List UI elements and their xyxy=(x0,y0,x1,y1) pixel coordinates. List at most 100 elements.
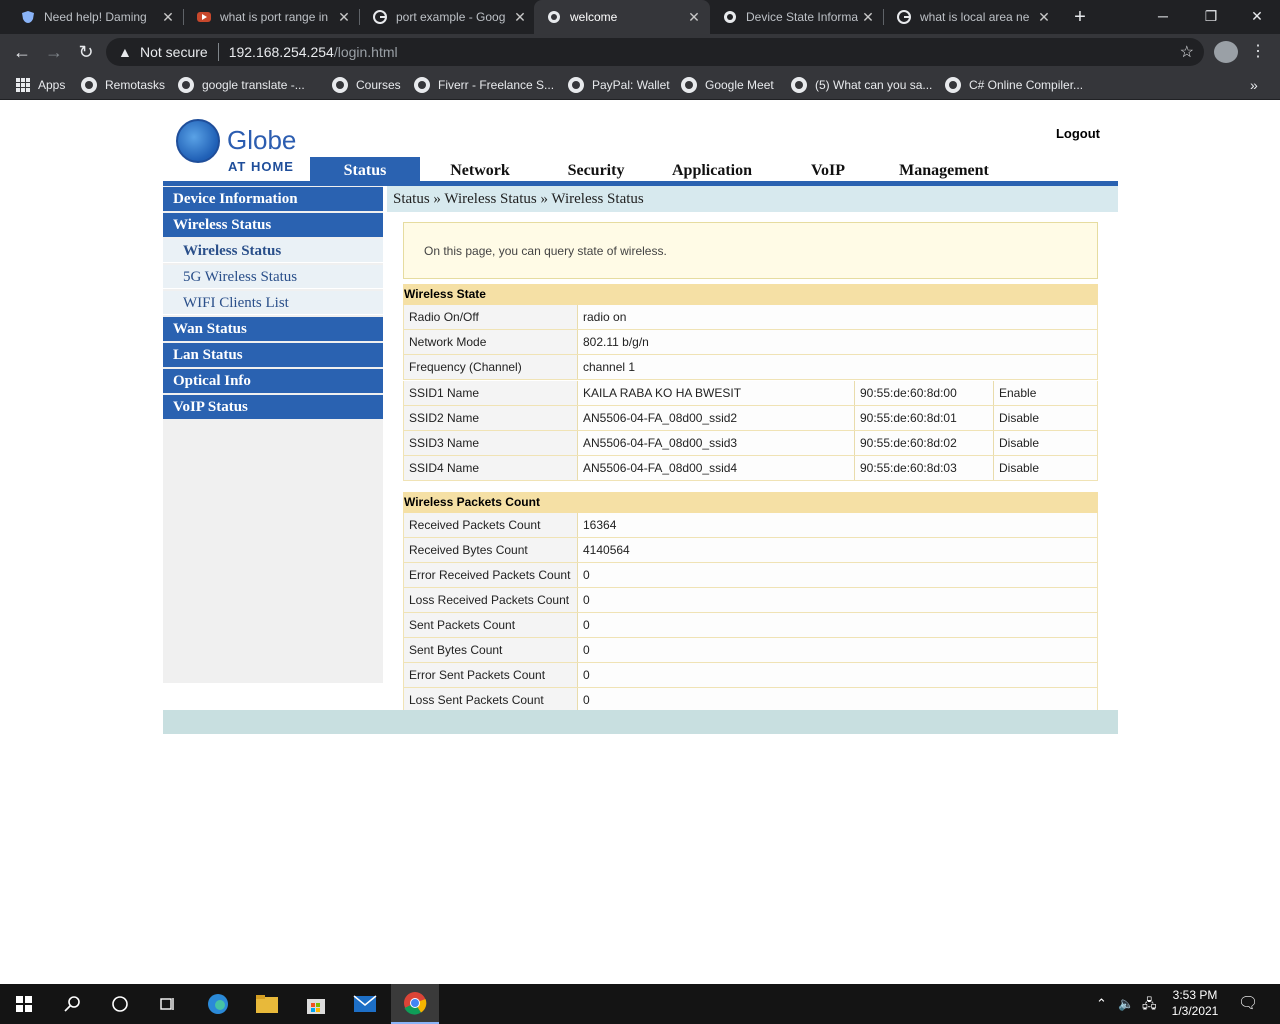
bookmark-item[interactable]: PayPal: Wallet xyxy=(568,70,670,100)
row-label: Loss Sent Packets Count xyxy=(404,688,578,710)
speaker-icon[interactable]: 🔈 xyxy=(1118,984,1134,1024)
row-value: 0 xyxy=(583,693,590,707)
close-icon[interactable]: ✕ xyxy=(858,9,878,26)
bookmark-label: google translate -... xyxy=(202,78,305,92)
nav-network[interactable]: Network xyxy=(430,157,530,181)
bookmark-item[interactable]: google translate -... xyxy=(178,70,305,100)
close-icon[interactable]: ✕ xyxy=(1034,9,1054,26)
profile-avatar[interactable] xyxy=(1214,41,1238,63)
ssid-name: AN5506-04-FA_08d00_ssid4 xyxy=(583,461,738,475)
close-icon[interactable]: ✕ xyxy=(510,9,530,26)
minimize-button[interactable]: ─ xyxy=(1140,0,1186,34)
sidebar-item-wireless-status[interactable]: Wireless Status xyxy=(163,213,383,237)
sidebar-item-lan-status[interactable]: Lan Status xyxy=(163,343,383,367)
sidebar-subitem-wireless-status[interactable]: Wireless Status xyxy=(163,239,383,263)
close-icon[interactable]: ✕ xyxy=(684,9,704,26)
new-tab-button[interactable]: + xyxy=(1068,5,1092,29)
globe-icon xyxy=(945,77,961,93)
back-button[interactable]: ← xyxy=(10,40,34,64)
mail-icon[interactable] xyxy=(341,984,389,1024)
shield-icon xyxy=(20,9,36,25)
bookmark-star-icon[interactable]: ☆ xyxy=(1180,42,1194,62)
close-icon[interactable]: ✕ xyxy=(158,9,178,26)
globe-icon xyxy=(791,77,807,93)
bookmark-item[interactable]: C# Online Compiler... xyxy=(945,70,1083,100)
main-nav: Status Network Security Application VoIP… xyxy=(310,157,1118,181)
sidebar-subitem-wifi-clients-list[interactable]: WIFI Clients List xyxy=(163,291,383,315)
ssid-status: Enable xyxy=(993,381,1098,405)
nav-security[interactable]: Security xyxy=(546,157,646,181)
nav-voip[interactable]: VoIP xyxy=(788,157,868,181)
browser-tab[interactable]: port example - Goog ✕ xyxy=(360,0,536,34)
globe-icon xyxy=(722,9,738,25)
sidebar-subitem-5g-wireless-status[interactable]: 5G Wireless Status xyxy=(163,265,383,289)
chrome-icon[interactable] xyxy=(391,984,439,1024)
more-bookmarks-button[interactable]: » xyxy=(1250,70,1258,100)
cortana-icon[interactable] xyxy=(96,984,144,1024)
browser-tab[interactable]: what is port range in ✕ xyxy=(184,0,360,34)
edge-icon[interactable] xyxy=(194,984,242,1024)
bookmark-item[interactable]: Remotasks xyxy=(81,70,165,100)
row-label: Radio On/Off xyxy=(404,305,578,329)
table-row: Received Bytes Count 4140564 xyxy=(403,538,1098,563)
sidebar-item-optical-info[interactable]: Optical Info xyxy=(163,369,383,393)
browser-tab[interactable]: Need help! Daming ✕ xyxy=(8,0,184,34)
taskbar: ⌃ 🔈 🖧 3:53 PM 1/3/2021 🗨 xyxy=(0,984,1280,1024)
globe-icon xyxy=(568,77,584,93)
chevron-up-icon[interactable]: ⌃ xyxy=(1096,984,1107,1024)
globe-icon xyxy=(178,77,194,93)
bookmark-item[interactable]: (5) What can you sa... xyxy=(791,70,932,100)
row-label: Frequency (Channel) xyxy=(404,355,578,379)
bookmark-item[interactable]: Courses xyxy=(332,70,401,100)
bookmark-label: Apps xyxy=(38,78,66,92)
sidebar-item-device-information[interactable]: Device Information xyxy=(163,187,383,211)
globe-logo: Globe AT HOME xyxy=(176,119,306,175)
system-clock[interactable]: 3:53 PM 1/3/2021 xyxy=(1160,987,1230,1019)
network-icon[interactable]: 🖧 xyxy=(1142,984,1157,1024)
file-explorer-icon[interactable] xyxy=(243,984,291,1024)
ssid-status: Disable xyxy=(993,456,1098,480)
bookmark-apps[interactable]: Apps xyxy=(16,70,65,100)
bookmark-label: C# Online Compiler... xyxy=(969,78,1084,92)
close-icon[interactable]: ✕ xyxy=(334,9,354,26)
bookmark-item[interactable]: Google Meet xyxy=(681,70,774,100)
row-value: 0 xyxy=(583,668,590,682)
browser-tab[interactable]: Device State Informa ✕ xyxy=(710,0,884,34)
sidebar-item-voip-status[interactable]: VoIP Status xyxy=(163,395,383,419)
nav-application[interactable]: Application xyxy=(662,157,762,181)
sidebar-item-wan-status[interactable]: Wan Status xyxy=(163,317,383,341)
table-row: Network Mode 802.11 b/g/n xyxy=(403,330,1098,355)
notification-icon[interactable]: 🗨 xyxy=(1238,984,1258,1024)
window-close-button[interactable]: ✕ xyxy=(1234,0,1280,34)
logout-link[interactable]: Logout xyxy=(1040,126,1100,141)
globe-icon xyxy=(681,77,697,93)
table-row: Sent Packets Count 0 xyxy=(403,613,1098,638)
table-row: Error Sent Packets Count 0 xyxy=(403,663,1098,688)
row-value: 4140564 xyxy=(583,543,630,557)
bookmark-item[interactable]: Fiverr - Freelance S... xyxy=(414,70,554,100)
windows-start-icon[interactable] xyxy=(0,984,48,1024)
row-value: 802.11 b/g/n xyxy=(583,335,649,349)
browser-tab-active[interactable]: welcome ✕ xyxy=(534,0,710,34)
store-icon[interactable] xyxy=(292,984,340,1024)
warning-icon[interactable]: ▲ xyxy=(118,44,136,60)
task-view-icon[interactable] xyxy=(144,984,192,1024)
table-row: Loss Received Packets Count 0 xyxy=(403,588,1098,613)
table-row: Loss Sent Packets Count 0 xyxy=(403,688,1098,710)
nav-status[interactable]: Status xyxy=(310,157,420,181)
brand-subtitle: AT HOME xyxy=(228,159,294,174)
table-row: Error Received Packets Count 0 xyxy=(403,563,1098,588)
address-bar[interactable]: ▲ Not secure 192.168.254.254 /login.html… xyxy=(106,38,1204,66)
forward-button[interactable]: → xyxy=(42,40,66,64)
browser-tab[interactable]: what is local area ne ✕ xyxy=(884,0,1060,34)
search-icon[interactable] xyxy=(48,984,96,1024)
reload-button[interactable]: ↻ xyxy=(74,40,98,64)
row-label: Received Packets Count xyxy=(404,513,578,537)
clock-date: 1/3/2021 xyxy=(1171,1004,1219,1018)
menu-dots-icon[interactable]: ⋮ xyxy=(1250,40,1266,64)
ssid-status: Disable xyxy=(993,406,1098,430)
ssid-row: SSID4 Name AN5506-04-FA_08d00_ssid4 90:5… xyxy=(403,456,1098,481)
security-label[interactable]: Not secure xyxy=(140,44,208,60)
restore-button[interactable]: ❐ xyxy=(1188,0,1234,34)
nav-management[interactable]: Management xyxy=(884,157,1004,181)
